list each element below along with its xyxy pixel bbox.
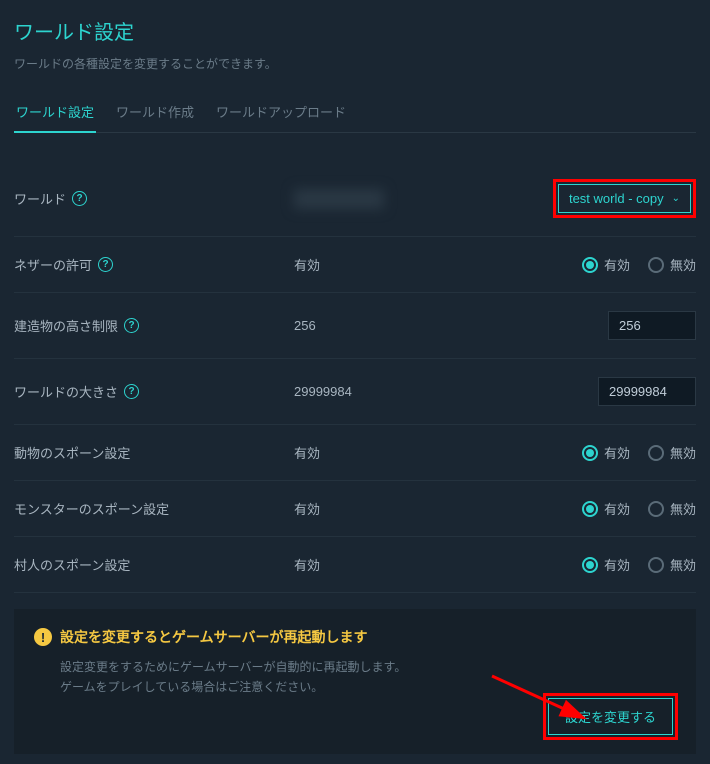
- label-build-height: 建造物の高さ制限: [14, 316, 118, 335]
- page-description: ワールドの各種設定を変更することができます。: [14, 55, 696, 72]
- highlight-world-dropdown: test world - copy ⌄: [553, 179, 696, 218]
- tab-world-create[interactable]: ワールド作成: [114, 94, 196, 132]
- radio-label: 有効: [604, 499, 630, 518]
- radio-monster-disabled[interactable]: 無効: [648, 499, 696, 518]
- label-world: ワールド: [14, 189, 66, 208]
- radio-label: 有効: [604, 255, 630, 274]
- radio-label: 無効: [670, 255, 696, 274]
- row-world: ワールド ? test world - copy ⌄: [14, 161, 696, 237]
- chevron-down-icon: ⌄: [672, 193, 680, 204]
- world-dropdown-value: test world - copy: [569, 191, 664, 206]
- radio-label: 有効: [604, 443, 630, 462]
- row-world-size: ワールドの大きさ ? 29999984: [14, 359, 696, 425]
- world-size-input[interactable]: [598, 377, 696, 406]
- monster-spawn-current: 有効: [294, 499, 454, 518]
- page-title: ワールド設定: [14, 16, 696, 45]
- radio-monster-enabled[interactable]: 有効: [582, 499, 630, 518]
- radio-villager-enabled[interactable]: 有効: [582, 555, 630, 574]
- world-dropdown[interactable]: test world - copy ⌄: [558, 184, 691, 213]
- help-icon[interactable]: ?: [124, 318, 139, 333]
- world-current-blurred: [294, 189, 384, 209]
- radio-label: 有効: [604, 555, 630, 574]
- radio-label: 無効: [670, 555, 696, 574]
- label-monster-spawn: モンスターのスポーン設定: [14, 499, 169, 518]
- warning-box: ! 設定を変更するとゲームサーバーが再起動します 設定変更をするためにゲームサー…: [14, 609, 696, 754]
- villager-spawn-current: 有効: [294, 555, 454, 574]
- help-icon[interactable]: ?: [72, 191, 87, 206]
- radio-nether-disabled[interactable]: 無効: [648, 255, 696, 274]
- tab-world-upload[interactable]: ワールドアップロード: [214, 94, 348, 132]
- warning-line1: 設定変更をするためにゲームサーバーが自動的に再起動します。: [60, 657, 676, 677]
- row-monster-spawn: モンスターのスポーン設定 有効 有効 無効: [14, 481, 696, 537]
- label-nether: ネザーの許可: [14, 255, 92, 274]
- row-nether: ネザーの許可 ? 有効 有効 無効: [14, 237, 696, 293]
- submit-button[interactable]: 設定を変更する: [548, 698, 673, 735]
- help-icon[interactable]: ?: [124, 384, 139, 399]
- row-animal-spawn: 動物のスポーン設定 有効 有効 無効: [14, 425, 696, 481]
- world-size-current: 29999984: [294, 384, 454, 399]
- radio-animal-disabled[interactable]: 無効: [648, 443, 696, 462]
- label-world-size: ワールドの大きさ: [14, 382, 118, 401]
- tab-world-settings[interactable]: ワールド設定: [14, 94, 96, 133]
- label-villager-spawn: 村人のスポーン設定: [14, 555, 130, 574]
- animal-spawn-current: 有効: [294, 443, 454, 462]
- warning-icon: !: [34, 628, 52, 646]
- help-icon[interactable]: ?: [98, 257, 113, 272]
- warning-title-text: 設定を変更するとゲームサーバーが再起動します: [60, 627, 367, 647]
- radio-villager-disabled[interactable]: 無効: [648, 555, 696, 574]
- label-animal-spawn: 動物のスポーン設定: [14, 443, 130, 462]
- nether-current: 有効: [294, 255, 454, 274]
- build-height-input[interactable]: [608, 311, 696, 340]
- row-build-height: 建造物の高さ制限 ? 256: [14, 293, 696, 359]
- radio-nether-enabled[interactable]: 有効: [582, 255, 630, 274]
- radio-animal-enabled[interactable]: 有効: [582, 443, 630, 462]
- tabs: ワールド設定 ワールド作成 ワールドアップロード: [14, 94, 696, 133]
- radio-label: 無効: [670, 499, 696, 518]
- highlight-submit: 設定を変更する: [543, 693, 678, 740]
- row-villager-spawn: 村人のスポーン設定 有効 有効 無効: [14, 537, 696, 593]
- build-height-current: 256: [294, 318, 454, 333]
- radio-label: 無効: [670, 443, 696, 462]
